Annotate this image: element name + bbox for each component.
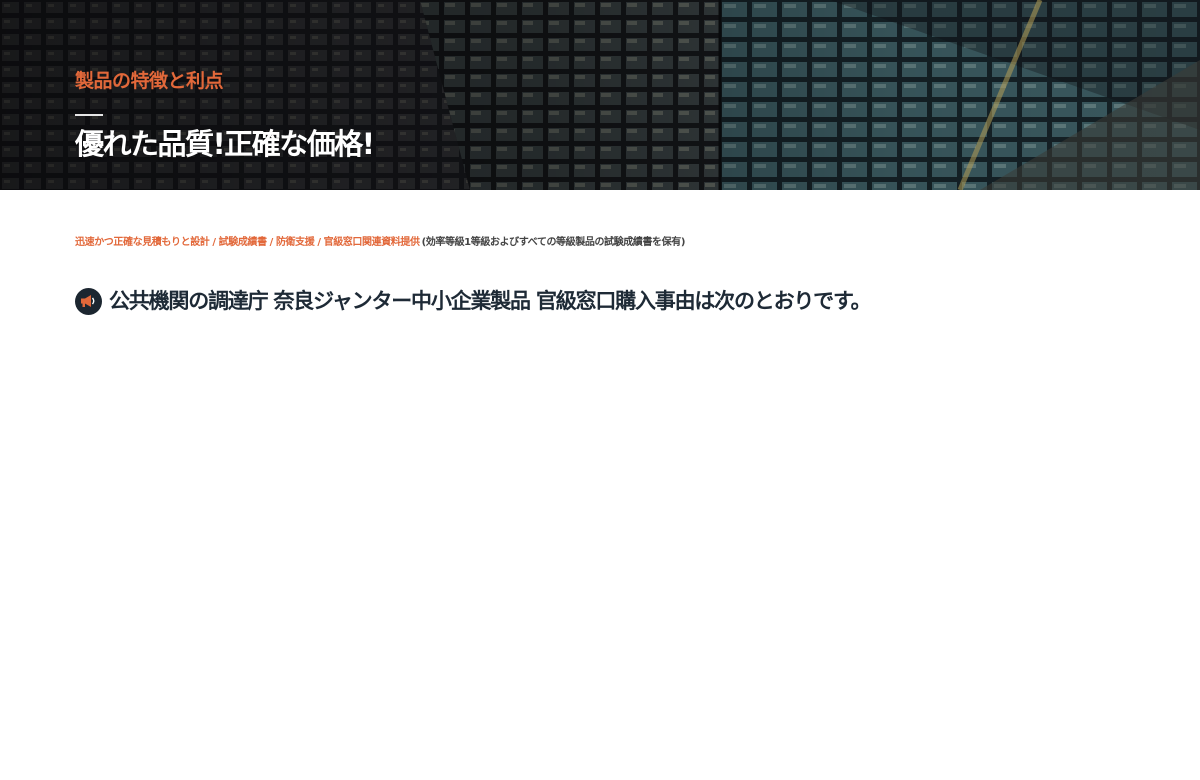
- hero-title: 優れた品質!正確な価格!: [75, 127, 375, 161]
- service-link-test-report[interactable]: 試験成績書: [219, 237, 267, 248]
- services-line: 迅速かつ正確な見積もりと設計 / 試験成績書 / 防衛支援 / 官級窓口関連資料提供 (効率等…: [75, 236, 685, 250]
- service-separator: /: [212, 237, 216, 248]
- services-note: (効率等級1等級およびすべての等級製品の試験成績書を保有): [421, 237, 686, 248]
- hero-content: 製品の特徴と利点 優れた品質!正確な価格!: [75, 66, 375, 162]
- page: 製品の特徴と利点 優れた品質!正確な価格! 迅速かつ正確な見積もりと設計 / 試験成…: [0, 0, 1200, 780]
- megaphone-icon: [75, 287, 102, 315]
- service-link-documents[interactable]: 官級窓口関連資料提供: [324, 237, 420, 248]
- reason-heading-text: 公共機関の調達庁 奈良ジャンター中小企業製品 官級窓口購入事由は次のとおりです。: [109, 289, 872, 313]
- service-separator: /: [317, 237, 321, 248]
- service-link-defense-support[interactable]: 防衛支援: [276, 237, 315, 248]
- hero-banner: 製品の特徴と利点 優れた品質!正確な価格!: [0, 0, 1200, 190]
- service-separator: /: [269, 237, 274, 248]
- reason-heading: 公共機関の調達庁 奈良ジャンター中小企業製品 官級窓口購入事由は次のとおりです。: [75, 286, 872, 316]
- hero-subtitle: 製品の特徴と利点: [75, 70, 224, 92]
- service-link-estimate[interactable]: 迅速かつ正確な見積もりと設計: [75, 237, 210, 248]
- hero-divider: [75, 114, 103, 116]
